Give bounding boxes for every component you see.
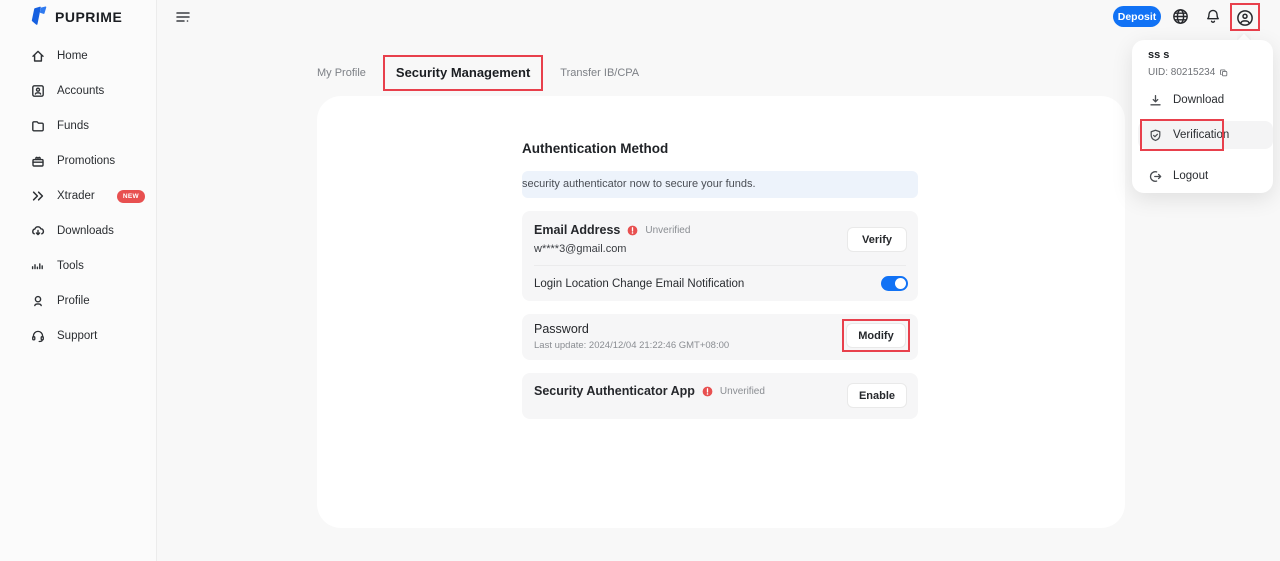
deposit-button[interactable]: Deposit xyxy=(1113,6,1161,27)
menu-item-label: Download xyxy=(1173,94,1224,106)
login-notification-toggle[interactable] xyxy=(881,276,908,291)
sidebar-item-tools[interactable]: Tools xyxy=(30,258,145,274)
authenticator-title: Security Authenticator App xyxy=(534,384,695,398)
shield-check-icon xyxy=(1148,128,1163,143)
menu-collapse-icon[interactable] xyxy=(174,9,192,25)
profile-menu-button[interactable] xyxy=(1235,8,1255,28)
sidebar-item-label: Profile xyxy=(57,295,90,307)
puprime-logo-icon xyxy=(28,6,50,28)
tab-my-profile[interactable]: My Profile xyxy=(317,67,366,79)
security-management-panel: Authentication Method security authentic… xyxy=(317,96,1125,528)
email-address-card: Email Address Unverified w****3@gmail.co… xyxy=(522,211,918,301)
headset-icon xyxy=(30,328,46,344)
sidebar-item-profile[interactable]: Profile xyxy=(30,293,145,309)
sidebar-item-home[interactable]: Home xyxy=(30,48,145,64)
bell-icon xyxy=(1204,7,1222,26)
email-title: Email Address xyxy=(534,223,620,237)
person-circle-icon xyxy=(1235,8,1255,28)
user-uid: UID: 80215234 xyxy=(1148,67,1229,78)
sidebar-item-support[interactable]: Support xyxy=(30,328,145,344)
verify-email-button[interactable]: Verify xyxy=(847,227,907,252)
exclamation-circle-icon xyxy=(701,385,714,398)
menu-item-label: Logout xyxy=(1173,170,1208,182)
brand-name: PUPRIME xyxy=(55,9,122,25)
sidebar-item-label: Promotions xyxy=(57,155,115,167)
new-badge: NEW xyxy=(117,190,145,203)
copy-icon[interactable] xyxy=(1219,68,1229,78)
equalizer-icon xyxy=(30,258,46,274)
download-icon xyxy=(1148,93,1163,108)
exclamation-circle-icon xyxy=(626,224,639,237)
id-card-icon xyxy=(30,83,46,99)
globe-icon xyxy=(1171,7,1190,26)
authenticator-status-badge: Unverified xyxy=(720,386,765,397)
user-name: ss s xyxy=(1148,49,1169,61)
modify-password-button[interactable]: Modify xyxy=(846,323,906,348)
sidebar-item-funds[interactable]: Funds xyxy=(30,118,145,134)
sidebar-item-xtrader[interactable]: Xtrader NEW xyxy=(30,188,145,204)
sidebar-nav: Home Accounts Funds Promotions xyxy=(30,48,145,363)
folder-icon xyxy=(30,118,46,134)
user-dropdown-menu: ss s UID: 80215234 Download Verification… xyxy=(1132,40,1273,193)
menu-item-verification[interactable]: Verification xyxy=(1138,121,1273,149)
section-heading: Authentication Method xyxy=(522,141,918,156)
sidebar-item-label: Downloads xyxy=(57,225,114,237)
person-icon xyxy=(30,293,46,309)
sidebar-item-downloads[interactable]: Downloads xyxy=(30,223,145,239)
language-button[interactable] xyxy=(1171,7,1190,26)
tab-security-management[interactable]: Security Management xyxy=(396,65,530,80)
uid-text: UID: 80215234 xyxy=(1148,67,1215,78)
sidebar-item-label: Accounts xyxy=(57,85,104,97)
sidebar-item-promotions[interactable]: Promotions xyxy=(30,153,145,169)
logout-icon xyxy=(1148,169,1163,184)
double-chevron-icon xyxy=(30,188,46,204)
annotation-box-modify: Modify xyxy=(842,319,910,352)
page: { "brand": {"name": "PUPRIME"}, "topbar"… xyxy=(0,0,1280,561)
sidebar-item-label: Xtrader xyxy=(57,190,95,202)
sidebar-item-label: Home xyxy=(57,50,88,62)
sidebar-item-label: Funds xyxy=(57,120,89,132)
notifications-button[interactable] xyxy=(1204,7,1222,26)
authenticator-app-card: Security Authenticator App Unverified En… xyxy=(522,373,918,419)
gift-icon xyxy=(30,153,46,169)
menu-item-label: Verification xyxy=(1173,129,1229,141)
sidebar-item-label: Tools xyxy=(57,260,84,272)
enable-authenticator-button[interactable]: Enable xyxy=(847,383,907,408)
menu-item-download[interactable]: Download xyxy=(1132,86,1273,114)
annotation-box-security-tab[interactable]: Security Management xyxy=(383,55,543,91)
login-notification-label: Login Location Change Email Notification xyxy=(534,278,744,290)
brand-logo[interactable]: PUPRIME xyxy=(28,6,122,28)
authentication-content: Authentication Method security authentic… xyxy=(522,141,918,419)
cloud-download-icon xyxy=(30,223,46,239)
login-notification-row: Login Location Change Email Notification xyxy=(534,266,908,301)
sidebar-item-accounts[interactable]: Accounts xyxy=(30,83,145,99)
toggle-knob xyxy=(895,278,906,289)
email-status-badge: Unverified xyxy=(645,225,690,236)
security-notice-banner: security authenticator now to secure you… xyxy=(522,171,918,198)
profile-tabs: My Profile Security Management Transfer … xyxy=(317,55,639,91)
sidebar: PUPRIME Home Accounts Funds xyxy=(0,0,157,561)
home-icon xyxy=(30,48,46,64)
menu-item-logout[interactable]: Logout xyxy=(1132,162,1273,190)
sidebar-item-label: Support xyxy=(57,330,97,342)
password-card: Password Last update: 2024/12/04 21:22:4… xyxy=(522,314,918,360)
tab-transfer-ib-cpa[interactable]: Transfer IB/CPA xyxy=(560,67,639,79)
